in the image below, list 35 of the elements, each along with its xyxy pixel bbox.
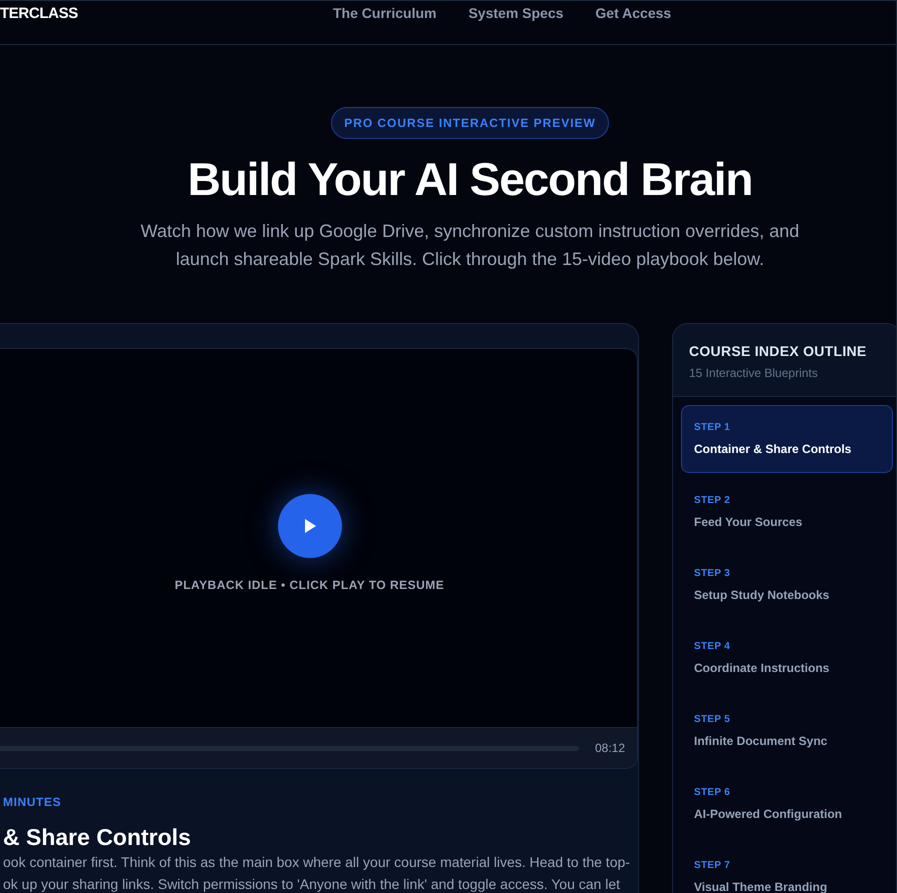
step-label: STEP 3: [694, 567, 730, 581]
video-duration: 08:12: [594, 740, 625, 757]
outline-item[interactable]: STEP 2 Feed Your Sources: [681, 478, 893, 546]
lesson-text: ook container first. Think of this as the main box where all your course material lives. Head to the top-: [3, 853, 631, 872]
step-title: AI-Powered Configuration: [694, 806, 842, 823]
nav-link[interactable]: Get Access: [595, 4, 672, 22]
nav-link[interactable]: The Curriculum: [333, 4, 436, 22]
hero-badge: PRO COURSE INTERACTIVE PREVIEW: [331, 107, 609, 139]
step-title: Container & Share Controls: [694, 441, 852, 458]
outline-item[interactable]: STEP 5 Infinite Document Sync: [681, 697, 893, 765]
step-label: STEP 6: [694, 786, 730, 800]
hero-title: Build Your AI Second Brain: [188, 152, 752, 207]
lesson-meta: MINUTES: [3, 794, 62, 811]
hero-subtitle: Watch how we link up Google Drive, synchronize custom instruction overrides, and launch shareable Spark Skills. Click through the 15-video playbook below.: [140, 220, 800, 271]
outline-item[interactable]: STEP 3 Setup Study Notebooks: [681, 551, 893, 619]
outline-item[interactable]: STEP 4 Coordinate Instructions: [681, 624, 893, 692]
lesson-title: & Share Controls: [3, 823, 192, 851]
step-title: Setup Study Notebooks: [694, 587, 830, 604]
outline-item[interactable]: STEP 1 Container & Share Controls: [681, 405, 893, 473]
play-icon: [304, 519, 316, 533]
outline-item[interactable]: STEP 6 AI-Powered Configuration: [681, 770, 893, 838]
step-label: STEP 7: [694, 859, 730, 873]
nav-link[interactable]: System Specs: [468, 4, 564, 22]
outline-title: COURSE INDEX OUTLINE: [689, 342, 868, 361]
step-label: STEP 5: [694, 713, 730, 727]
brand-logo[interactable]: TERCLASS: [0, 5, 78, 23]
step-title: Infinite Document Sync: [694, 733, 828, 750]
step-label: STEP 1: [694, 421, 730, 435]
step-label: STEP 4: [694, 640, 730, 654]
lesson-text: ok up your sharing links. Switch permissions to 'Anyone with the link' and toggle access. You can let: [3, 875, 622, 893]
outline-subtitle: 15 Interactive Blueprints: [689, 365, 819, 382]
step-title: Coordinate Instructions: [694, 660, 830, 677]
step-title: Feed Your Sources: [694, 514, 802, 531]
playback-status: PLAYBACK IDLE • CLICK PLAY TO RESUME: [174, 577, 444, 594]
step-label: STEP 2: [694, 494, 730, 508]
